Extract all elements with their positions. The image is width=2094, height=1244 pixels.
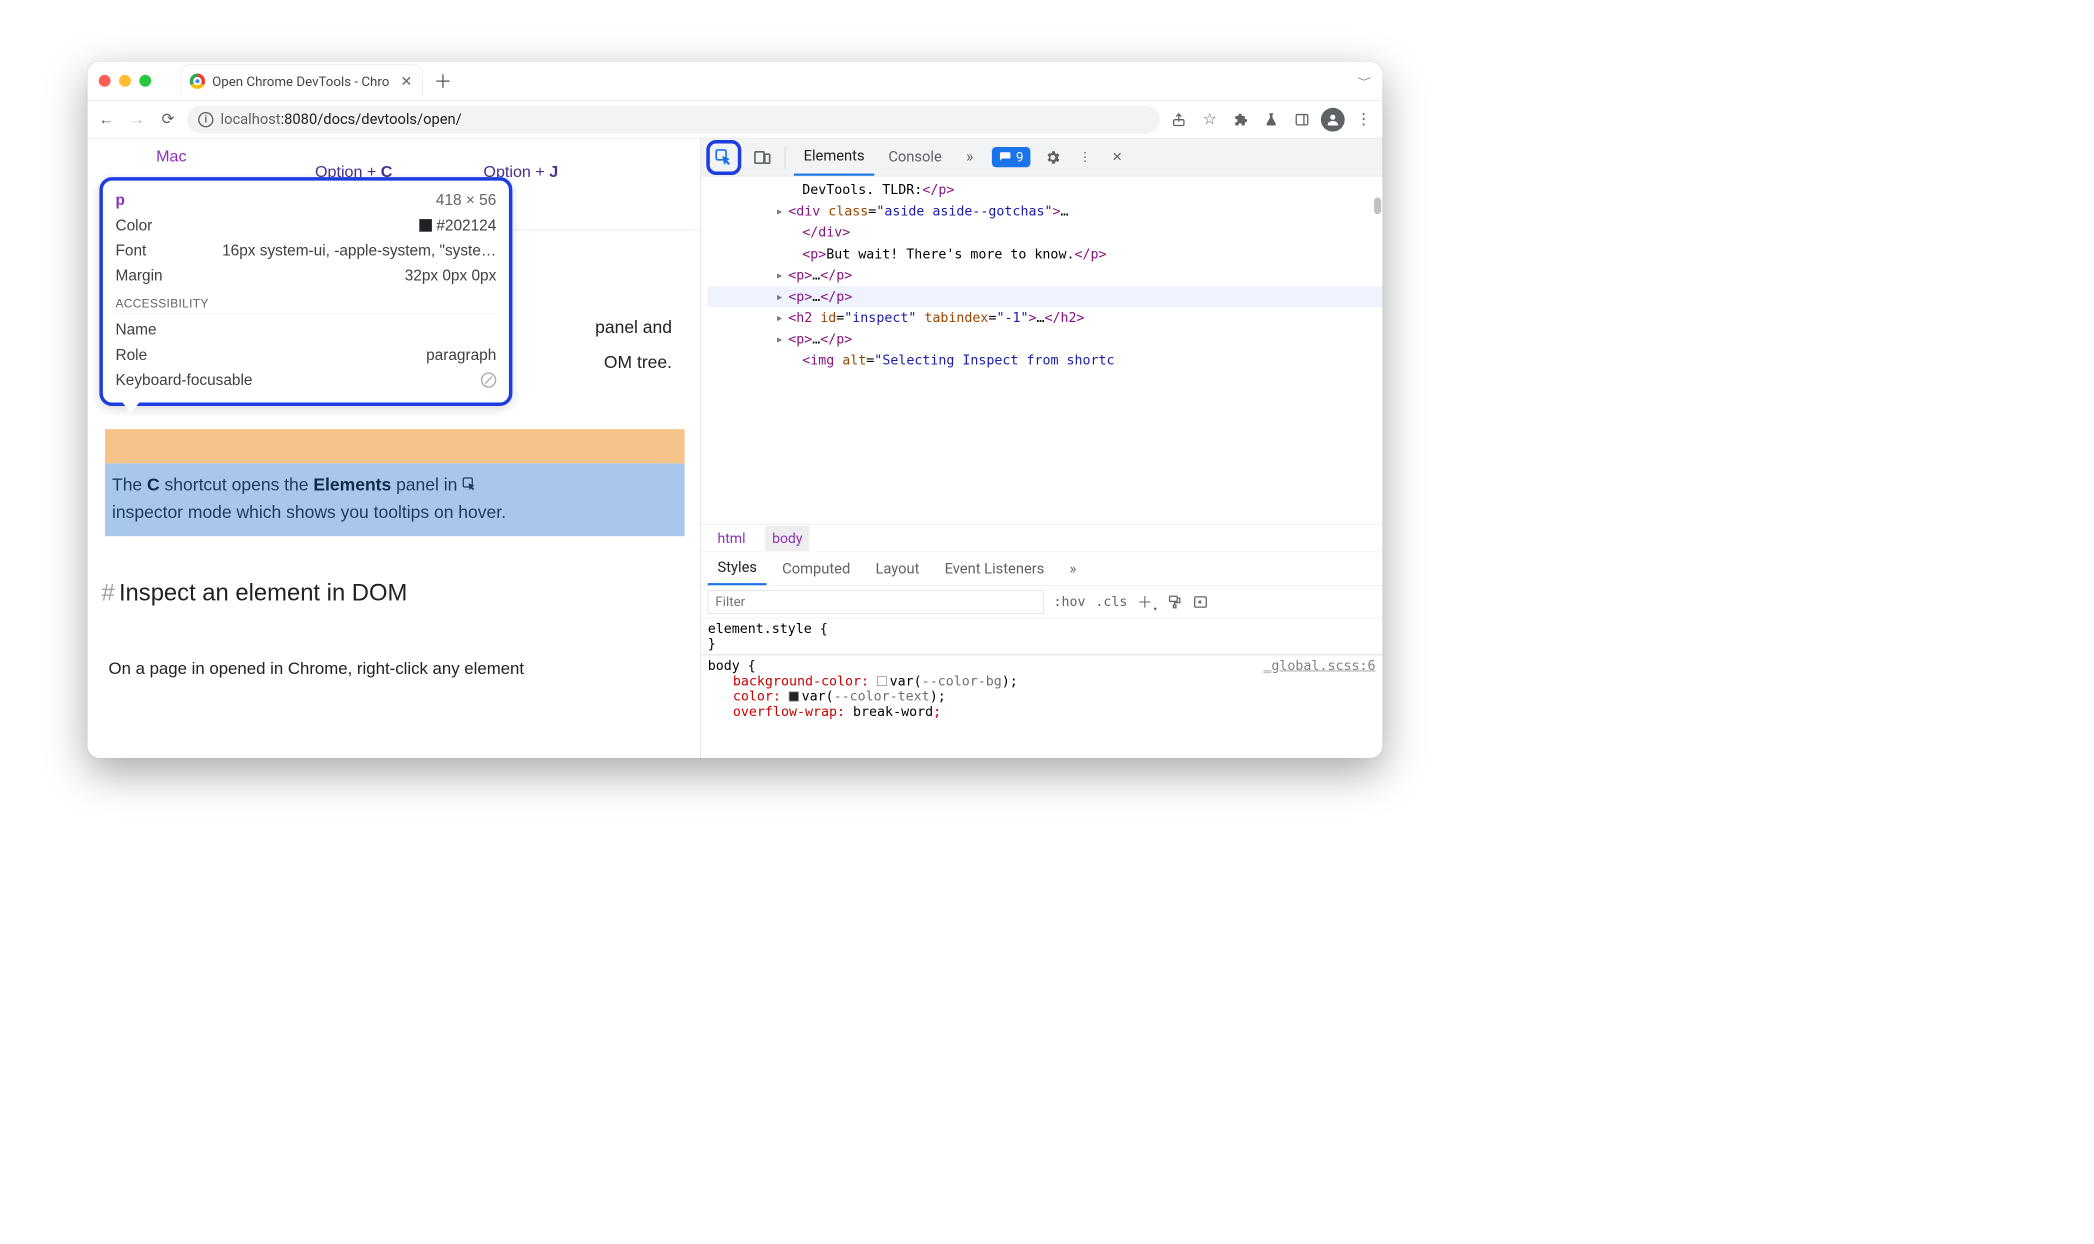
inspect-inline-icon bbox=[462, 477, 477, 492]
sidepanel-icon[interactable] bbox=[1290, 107, 1314, 131]
tab-layout[interactable]: Layout bbox=[866, 552, 930, 585]
styles-toolbar: :hov .cls ＋▾ bbox=[701, 586, 1383, 618]
url-text: localhost:8080/docs/devtools/open/ bbox=[221, 111, 462, 128]
inspect-element-button[interactable] bbox=[706, 140, 741, 175]
tab-event-listeners[interactable]: Event Listeners bbox=[935, 552, 1054, 585]
cls-toggle[interactable]: .cls bbox=[1095, 594, 1127, 609]
share-icon[interactable] bbox=[1167, 107, 1191, 131]
tab-console[interactable]: Console bbox=[879, 139, 952, 176]
labs-icon[interactable] bbox=[1259, 107, 1283, 131]
tooltip-selector: p bbox=[116, 191, 125, 209]
device-toolbar-button[interactable] bbox=[748, 143, 776, 171]
tab-elements[interactable]: Elements bbox=[794, 139, 875, 176]
forward-button[interactable]: → bbox=[125, 107, 149, 131]
browser-tab[interactable]: Open Chrome DevTools - Chro ✕ bbox=[181, 64, 423, 98]
extensions-icon[interactable] bbox=[1229, 107, 1253, 131]
address-bar[interactable]: i localhost:8080/docs/devtools/open/ bbox=[187, 105, 1160, 133]
tooltip-keyboard-label: Keyboard-focusable bbox=[116, 371, 253, 389]
tooltip-font-value: 16px system-ui, -apple-system, "syste… bbox=[222, 242, 496, 260]
issues-badge[interactable]: 9 bbox=[992, 147, 1030, 167]
minimize-window-button[interactable] bbox=[119, 75, 131, 87]
kebab-icon[interactable]: ⋮ bbox=[1071, 143, 1099, 171]
more-tabs-icon[interactable]: » bbox=[956, 143, 984, 171]
back-button[interactable]: ← bbox=[95, 107, 119, 131]
crumb-html[interactable]: html bbox=[711, 526, 753, 551]
titlebar: Open Chrome DevTools - Chro ✕ ＋ ﹀ bbox=[88, 62, 1383, 101]
crumb-body[interactable]: body bbox=[765, 526, 809, 551]
tab-title: Open Chrome DevTools - Chro bbox=[212, 73, 389, 89]
new-tab-button[interactable]: ＋ bbox=[434, 68, 452, 94]
os-label: Mac bbox=[156, 147, 186, 166]
new-style-rule-icon[interactable]: ＋▾ bbox=[1137, 590, 1157, 613]
styles-filter-input[interactable] bbox=[708, 590, 1044, 614]
kebab-menu-icon[interactable]: ⋮ bbox=[1352, 107, 1376, 131]
highlighted-paragraph[interactable]: The C shortcut opens the Elements panel … bbox=[105, 463, 685, 535]
tooltip-color-value: #202124 bbox=[420, 216, 497, 234]
fullscreen-window-button[interactable] bbox=[139, 75, 151, 87]
bookmark-icon[interactable]: ☆ bbox=[1198, 107, 1222, 131]
chrome-logo-icon bbox=[190, 74, 205, 89]
tab-computed[interactable]: Computed bbox=[772, 552, 860, 585]
tooltip-font-label: Font bbox=[116, 242, 147, 260]
element-tooltip: p 418 × 56 Color #202124 Font 16px syste… bbox=[99, 177, 512, 406]
tooltip-dimensions: 418 × 56 bbox=[436, 191, 496, 209]
hov-toggle[interactable]: :hov bbox=[1054, 594, 1086, 609]
dom-tree[interactable]: DevTools. TLDR:</p> ▸<div class="aside a… bbox=[701, 176, 1383, 524]
devtools-toolbar: Elements Console » 9 ⋮ ✕ bbox=[701, 139, 1383, 177]
settings-icon[interactable] bbox=[1039, 143, 1067, 171]
tooltip-accessibility-heading: Accessibility bbox=[116, 288, 497, 314]
close-tab-icon[interactable]: ✕ bbox=[400, 73, 412, 90]
window-controls bbox=[99, 75, 152, 87]
tabs-menu-icon[interactable]: ﹀ bbox=[1357, 75, 1371, 87]
computed-sidebar-icon[interactable] bbox=[1193, 594, 1208, 609]
profile-avatar[interactable] bbox=[1321, 107, 1345, 131]
tab-styles[interactable]: Styles bbox=[708, 552, 767, 585]
more-styles-tabs-icon[interactable]: » bbox=[1060, 552, 1086, 585]
tooltip-role-value: paragraph bbox=[426, 346, 496, 364]
reload-button[interactable]: ⟳ bbox=[156, 107, 180, 131]
tooltip-margin-value: 32px 0px 0px bbox=[405, 267, 497, 285]
tooltip-role-label: Role bbox=[116, 346, 148, 364]
styles-tabs: Styles Computed Layout Event Listeners » bbox=[701, 552, 1383, 586]
styles-rules[interactable]: element.style { } body {_global.scss:6 b… bbox=[701, 618, 1383, 758]
tooltip-color-label: Color bbox=[116, 216, 153, 234]
devtools-panel: Elements Console » 9 ⋮ ✕ DevTools. TLDR:… bbox=[701, 139, 1383, 759]
toolbar: ← → ⟳ i localhost:8080/docs/devtools/ope… bbox=[88, 101, 1383, 139]
not-focusable-icon bbox=[481, 371, 496, 389]
site-info-icon[interactable]: i bbox=[198, 112, 213, 127]
dom-selected-line: ▸<p>…</p> bbox=[708, 286, 1383, 307]
anchor-hash-icon[interactable]: # bbox=[102, 580, 115, 607]
close-devtools-icon[interactable]: ✕ bbox=[1103, 143, 1131, 171]
margin-overlay bbox=[105, 429, 685, 463]
tooltip-margin-label: Margin bbox=[116, 267, 163, 285]
page-viewport: Mac Option + C Option + J panel and OM t… bbox=[88, 139, 701, 759]
content-area: Mac Option + C Option + J panel and OM t… bbox=[88, 139, 1383, 759]
tooltip-name-label: Name bbox=[116, 321, 157, 339]
close-window-button[interactable] bbox=[99, 75, 111, 87]
source-link[interactable]: _global.scss:6 bbox=[1263, 658, 1375, 673]
paint-icon[interactable] bbox=[1167, 594, 1182, 609]
section-heading: #Inspect an element in DOM bbox=[88, 580, 701, 607]
browser-window: Open Chrome DevTools - Chro ✕ ＋ ﹀ ← → ⟳ … bbox=[88, 62, 1383, 759]
body-paragraph: On a page in opened in Chrome, right-cli… bbox=[109, 659, 525, 679]
dom-breadcrumbs: html body bbox=[701, 524, 1383, 552]
css-var: --color-bg bbox=[922, 673, 1002, 688]
